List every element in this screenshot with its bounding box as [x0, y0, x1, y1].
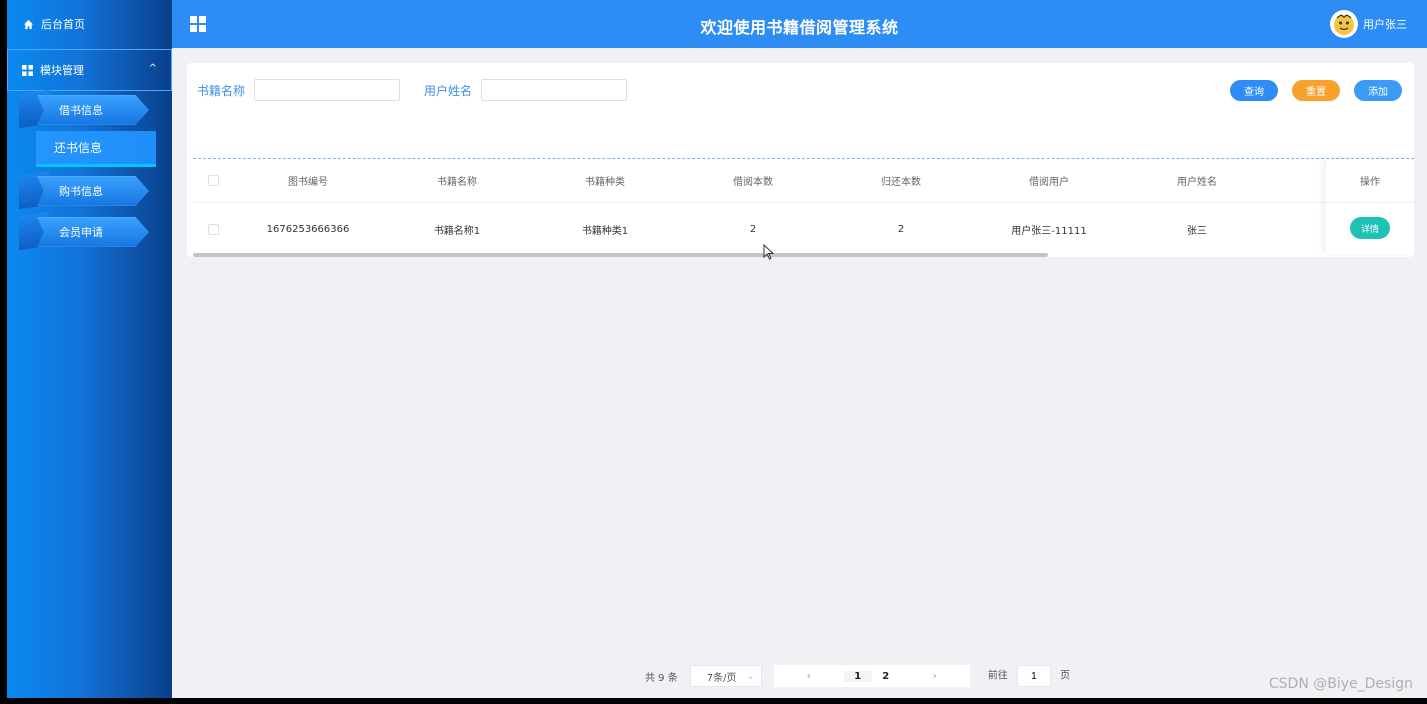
- avatar: [1330, 10, 1358, 38]
- page-number[interactable]: 2: [872, 671, 900, 682]
- sidebar-item-label: 会员申请: [59, 226, 103, 239]
- watermark: CSDN @Biye_Design: [1268, 676, 1413, 692]
- column-header[interactable]: 书籍种类: [531, 173, 679, 188]
- select-all-checkbox[interactable]: [193, 175, 233, 186]
- goto-label: 前往: [987, 670, 1008, 682]
- user-name-label: 用户姓名: [424, 83, 473, 98]
- user-name-input[interactable]: [481, 79, 628, 101]
- mouse-cursor-icon: [763, 244, 775, 260]
- user-menu[interactable]: 用户张三: [1330, 10, 1407, 38]
- book-name-input[interactable]: [254, 79, 401, 101]
- main-card: 书籍名称 用户姓名 查询 重置 添加 图书编号 书籍名称 书籍种类 借阅本数 归…: [187, 63, 1414, 257]
- sidebar-item-label: 还书信息: [54, 141, 103, 155]
- action-buttons: 查询 重置 添加: [1230, 80, 1402, 101]
- operation-column: 操作 详情: [1326, 159, 1414, 254]
- prev-page-button[interactable]: ‹: [774, 671, 844, 682]
- sidebar: 后台首页 模块管理 ^ 借书信息 还书信息 购书信息 会员申请: [7, 0, 172, 698]
- page-size-select[interactable]: 7条/页 ⌄: [689, 665, 762, 687]
- avatar-icon: [1334, 14, 1354, 35]
- detail-button[interactable]: 详情: [1349, 217, 1390, 239]
- sidebar-module-group[interactable]: 模块管理 ^: [7, 49, 172, 91]
- sidebar-home[interactable]: 后台首页: [7, 0, 172, 48]
- search-bar: 书籍名称 用户姓名: [197, 79, 628, 101]
- home-icon: [23, 19, 34, 29]
- table-row[interactable]: 1676253666366 书籍名称1 书籍种类1 2 2 用户张三-11111…: [193, 204, 1414, 254]
- sidebar-item-purchase[interactable]: 购书信息: [37, 176, 149, 206]
- table-cell: 书籍种类1: [581, 225, 629, 237]
- row-checkbox[interactable]: [193, 223, 233, 235]
- reset-button[interactable]: 重置: [1292, 80, 1340, 101]
- query-button[interactable]: 查询: [1230, 80, 1278, 101]
- table-cell: 1676253666366: [266, 223, 350, 235]
- table-cell: 张三: [1187, 225, 1207, 237]
- chevron-up-icon: ^: [148, 63, 157, 74]
- table-cell: 书籍名称1: [433, 225, 481, 237]
- header: 欢迎使用书籍借阅管理系统 用户张三: [172, 0, 1427, 48]
- user-name: 用户张三: [1363, 18, 1407, 31]
- column-header: 操作: [1326, 159, 1414, 203]
- horizontal-scrollbar[interactable]: [193, 253, 1048, 257]
- page-title: 欢迎使用书籍借阅管理系统: [700, 18, 899, 37]
- page-size-value: 7条/页: [706, 672, 737, 684]
- table-cell: 用户张三-11111: [1011, 225, 1087, 237]
- chevron-down-icon: ⌄: [746, 670, 755, 682]
- table-cell: 2: [897, 223, 905, 235]
- book-name-label: 书籍名称: [197, 83, 246, 98]
- column-header[interactable]: 借阅本数: [679, 173, 827, 188]
- table-header: 图书编号 书籍名称 书籍种类 借阅本数 归还本数 借阅用户 用户姓名 归: [193, 159, 1414, 203]
- sidebar-module-label: 模块管理: [40, 64, 84, 77]
- grid-icon: [22, 64, 33, 76]
- sidebar-item-label: 借书信息: [59, 104, 103, 117]
- pagination: 共 9 条 7条/页 ⌄ ‹ 1 2 › 前往 页: [645, 665, 1070, 687]
- sidebar-item-label: 购书信息: [59, 185, 103, 198]
- goto-suffix: 页: [1060, 670, 1071, 682]
- sidebar-home-label: 后台首页: [41, 18, 85, 31]
- table-cell: 2: [749, 223, 757, 235]
- column-header[interactable]: 借阅用户: [975, 173, 1123, 188]
- page-number[interactable]: 1: [843, 670, 872, 682]
- app-window: 后台首页 模块管理 ^ 借书信息 还书信息 购书信息 会员申请 欢迎使用书籍借阅…: [7, 0, 1427, 698]
- column-header[interactable]: 图书编号: [233, 173, 383, 188]
- column-header[interactable]: 书籍名称: [383, 173, 531, 188]
- page-nav: ‹ 1 2 ›: [773, 665, 970, 687]
- add-button[interactable]: 添加: [1354, 80, 1402, 101]
- total-count: 共 9 条: [645, 672, 678, 684]
- sidebar-item-return[interactable]: 还书信息: [36, 131, 156, 167]
- goto-page: 前往 页: [988, 665, 1070, 687]
- next-page-button[interactable]: ›: [900, 671, 970, 682]
- goto-input[interactable]: [1016, 665, 1051, 687]
- column-header[interactable]: 用户姓名: [1123, 173, 1271, 188]
- sidebar-item-membership[interactable]: 会员申请: [37, 217, 149, 247]
- sidebar-item-borrow[interactable]: 借书信息: [37, 95, 149, 125]
- column-header[interactable]: 归还本数: [827, 173, 975, 188]
- data-table: 图书编号 书籍名称 书籍种类 借阅本数 归还本数 借阅用户 用户姓名 归 167…: [193, 158, 1414, 257]
